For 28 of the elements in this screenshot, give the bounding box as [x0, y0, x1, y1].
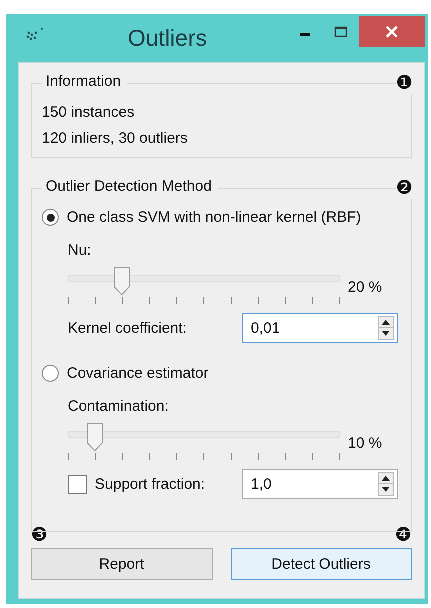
spin-arrows-icon[interactable]: [378, 472, 394, 496]
spin-arrows-icon[interactable]: [378, 316, 394, 340]
slider-value: 10 %: [348, 435, 382, 452]
callout-number: ❶: [396, 72, 413, 94]
checkbox[interactable]: [68, 474, 87, 494]
callout-number: ❷: [396, 177, 413, 199]
field-label[interactable]: Support fraction:: [95, 476, 242, 492]
radio-label[interactable]: One class SVM with non-linear kernel (RBF): [67, 209, 362, 226]
close-icon[interactable]: [385, 24, 399, 38]
dots-icon: [26, 27, 44, 41]
info-text: 120 inliers, 30 outliers: [42, 130, 189, 147]
slider-label: Nu:: [68, 242, 92, 259]
spin-box[interactable]: 0,01: [242, 313, 398, 343]
push-button[interactable]: Detect Outliers: [230, 548, 412, 580]
spin-box[interactable]: 1,0: [242, 469, 398, 499]
maximize-icon[interactable]: [334, 24, 348, 38]
radio-button[interactable]: [42, 209, 59, 226]
field-label: Kernel coefficient:: [68, 320, 188, 336]
radio-button[interactable]: [42, 365, 59, 382]
info-text: 150 instances: [42, 104, 136, 121]
radio-label[interactable]: Covariance estimator: [67, 365, 209, 382]
slider-value: 20 %: [348, 279, 382, 296]
slider-thumb[interactable]: [114, 267, 130, 297]
slider-thumb[interactable]: [87, 423, 104, 453]
close-button[interactable]: [359, 16, 425, 47]
slider-label: Contamination:: [68, 398, 170, 415]
push-button[interactable]: Report: [31, 548, 212, 580]
window-title: Outliers: [128, 24, 208, 52]
